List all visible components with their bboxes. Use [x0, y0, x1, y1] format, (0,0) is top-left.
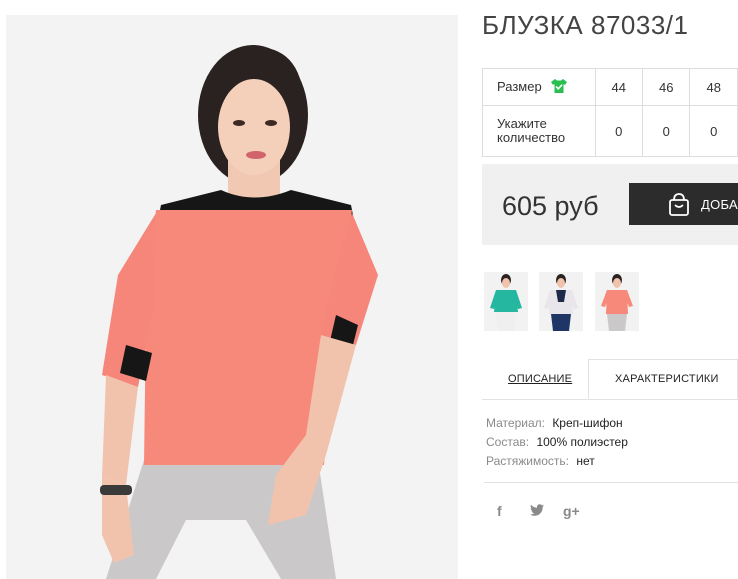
facebook-icon[interactable]: f	[497, 503, 502, 519]
thumbnail-green-blouse[interactable]	[484, 272, 528, 331]
quantity-label-line2: количество	[497, 130, 566, 145]
spec-value: 100% полиэстер	[536, 435, 628, 449]
add-to-cart-label: ДОБАВ	[701, 197, 738, 212]
tab-description[interactable]: ОПИСАНИЕ	[508, 373, 572, 385]
divider	[484, 482, 738, 483]
quantity-label-line1: Укажите	[497, 116, 547, 131]
quantity-label: Укажите количество	[482, 105, 596, 157]
spec-value: нет	[576, 454, 595, 468]
price-box: 605 руб ДОБАВ	[482, 164, 738, 245]
size-option-48[interactable]: 48	[689, 68, 738, 106]
size-option-46[interactable]: 46	[641, 68, 691, 106]
price: 605 руб	[502, 191, 599, 221]
spec-key: Состав:	[486, 435, 530, 449]
google-plus-icon[interactable]: g+	[563, 503, 580, 519]
specifications-list: Материал: Креп-шифон Состав: 100% полиэс…	[486, 414, 628, 471]
size-table: Размер 44 46 48 Укажите количество 0 0 0	[482, 68, 738, 157]
spec-key: Материал:	[486, 416, 545, 430]
spec-row: Материал: Креп-шифон	[486, 414, 628, 433]
size-header-cell[interactable]: Размер	[482, 68, 596, 106]
quantity-input-46[interactable]: 0	[641, 105, 691, 157]
quantity-input-44[interactable]: 0	[594, 105, 644, 157]
tab-characteristics[interactable]: ХАРАКТЕРИСТИКИ	[588, 359, 738, 399]
tab-characteristics-label: ХАРАКТЕРИСТИКИ	[615, 373, 719, 385]
main-product-image[interactable]	[6, 15, 458, 579]
spec-key: Растяжимость:	[486, 454, 570, 468]
size-label: Размер	[497, 78, 542, 94]
thumbnail-white-blouse[interactable]	[539, 272, 583, 331]
shopping-bag-icon	[668, 193, 690, 220]
product-tabs: ОПИСАНИЕ ХАРАКТЕРИСТИКИ	[482, 359, 738, 400]
spec-row: Растяжимость: нет	[486, 452, 628, 471]
add-to-cart-button[interactable]: ДОБАВ	[629, 183, 738, 225]
size-option-44[interactable]: 44	[594, 68, 644, 106]
quantity-input-48[interactable]: 0	[689, 105, 738, 157]
spec-row: Состав: 100% полиэстер	[486, 433, 628, 452]
thumbnail-pink-blouse[interactable]	[595, 272, 639, 331]
product-title: БЛУЗКА 87033/1	[482, 10, 689, 40]
tshirt-check-icon[interactable]	[551, 78, 568, 96]
twitter-icon[interactable]	[530, 503, 544, 519]
spec-value: Креп-шифон	[552, 416, 623, 430]
